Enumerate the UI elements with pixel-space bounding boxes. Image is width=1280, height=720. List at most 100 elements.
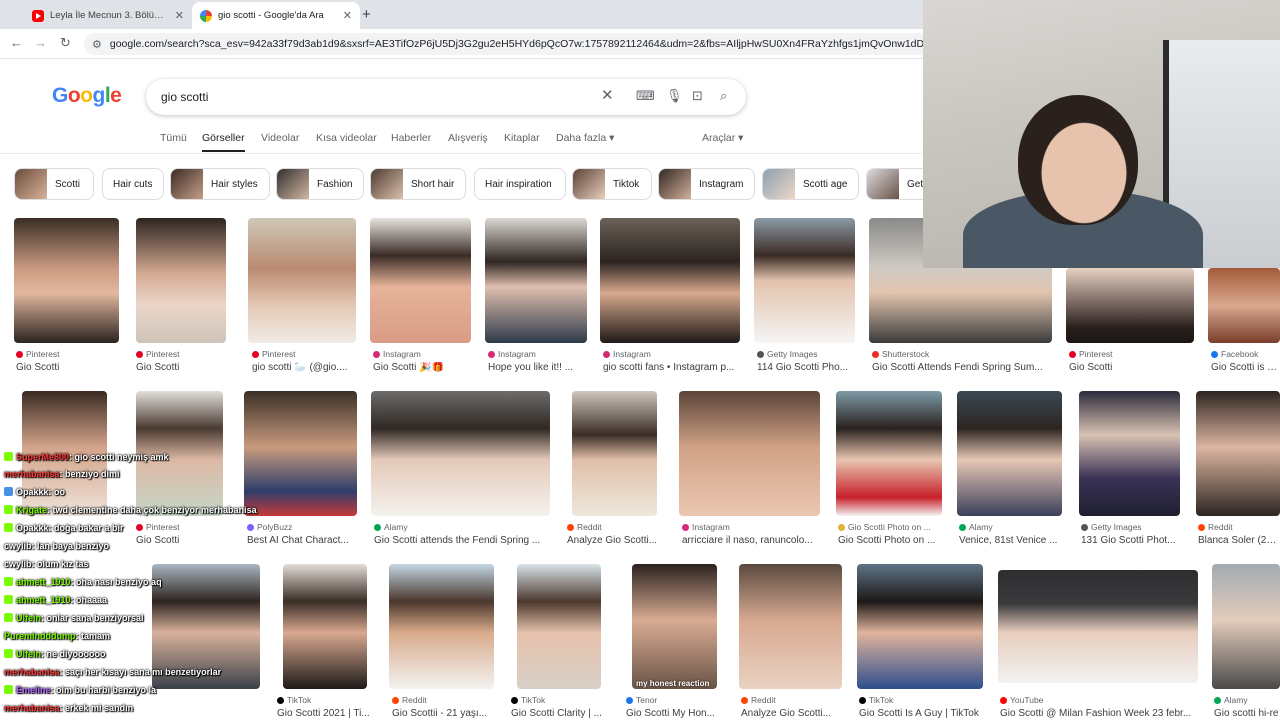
result-title[interactable]: Gio Scottii - 21 yaşı... [392, 708, 492, 719]
tab-shopping[interactable]: Alışveriş [448, 132, 488, 144]
tiktok-icon [511, 697, 518, 704]
result-title[interactable]: Hope you like it!! ... [488, 362, 592, 373]
result-title[interactable]: Gio Scotti Attends Fendi Spring Sum... [872, 362, 1054, 373]
browser-tab-google[interactable]: gio scotti - Google'da Ara ✕ [192, 2, 360, 29]
result-image[interactable] [957, 391, 1062, 516]
chip-hair-styles[interactable]: Hair styles [170, 168, 270, 200]
tools-button[interactable]: Araçlar ▾ [702, 132, 743, 144]
tab-images[interactable]: Görseller [202, 132, 245, 152]
result-title[interactable]: Gio Scotti Is A Guy | TikTok [859, 708, 989, 719]
result-title[interactable]: 131 Gio Scotti Phot... [1081, 535, 1181, 546]
google-icon [200, 9, 212, 22]
tab-more[interactable]: Daha fazla ▾ [556, 132, 614, 144]
result-title[interactable]: arricciare il naso, ranuncolo... [682, 535, 822, 546]
result-source: Shutterstock [872, 349, 929, 359]
result-source: Reddit [741, 695, 776, 705]
close-icon[interactable]: ✕ [343, 9, 352, 22]
tab-news[interactable]: Haberler [391, 132, 431, 144]
chip-scotti-age[interactable]: Scotti age [762, 168, 859, 200]
browser-tab-youtube[interactable]: Leyla İle Mecnun 3. Bölüm - Yo ✕ [24, 2, 192, 29]
result-title[interactable]: 114 Gio Scotti Pho... [757, 362, 861, 373]
result-image[interactable] [370, 218, 471, 343]
result-image[interactable] [857, 564, 983, 689]
result-title[interactable]: Gio Scotti 🎉🎁 [373, 362, 477, 373]
result-image[interactable] [1066, 268, 1194, 343]
site-settings-icon[interactable]: ⚙ [92, 38, 102, 51]
url-text: google.com/search?sca_esv=942a33f79d3ab1… [109, 38, 944, 50]
result-title[interactable]: Venice, 81st Venice ... [959, 535, 1063, 546]
result-image[interactable] [389, 564, 494, 689]
result-image[interactable] [836, 391, 942, 516]
getty-icon [757, 351, 764, 358]
result-title[interactable]: Gio Scotti [1069, 362, 1194, 373]
result-image[interactable] [14, 218, 119, 343]
chip-tiktok[interactable]: Tiktok [572, 168, 652, 200]
close-icon[interactable]: ✕ [175, 9, 184, 22]
search-input[interactable]: gio scotti [161, 90, 208, 104]
result-title[interactable]: Gio Scotti @ Milan Fashion Week 23 febr.… [1000, 708, 1200, 719]
lens-icon[interactable]: ⊡ [692, 88, 703, 104]
chip-scotti[interactable]: Scotti [14, 168, 94, 200]
result-image[interactable] [754, 218, 855, 343]
address-bar[interactable]: ⚙ google.com/search?sca_esv=942a33f79d3a… [84, 33, 944, 55]
google-logo[interactable]: Google [52, 84, 122, 108]
stream-chat-overlay: SuperMe800: gio scotti neymiş amk merhab… [0, 448, 300, 720]
chip-instagram[interactable]: Instagram [658, 168, 755, 200]
result-image[interactable] [600, 218, 740, 343]
result-title[interactable]: Analyze Gio Scotti... [567, 535, 667, 546]
reload-icon[interactable]: ↻ [60, 35, 71, 51]
microphone-icon[interactable]: 🎙 [666, 88, 683, 104]
result-title[interactable]: Gio scotti hi-re [1214, 708, 1280, 719]
search-box[interactable]: gio scotti ✕ ⌨ 🎙 ⊡ ⌕ [146, 79, 746, 115]
result-title[interactable]: gio scotti fans • Instagram p... [603, 362, 743, 373]
clear-icon[interactable]: ✕ [601, 86, 614, 104]
chip-fashion[interactable]: Fashion [276, 168, 364, 200]
result-image[interactable] [998, 570, 1198, 683]
chip-thumbnail [371, 169, 403, 199]
back-arrow-icon[interactable]: ← [10, 35, 23, 50]
result-image[interactable] [1196, 391, 1280, 516]
result-image[interactable] [679, 391, 820, 516]
result-source: Reddit [392, 695, 427, 705]
result-title[interactable]: Gio Scotti My Hon... [626, 708, 726, 719]
result-image[interactable] [485, 218, 587, 343]
result-title[interactable]: gio scotti 🦢 (@gio.... [252, 362, 356, 373]
divider [0, 153, 923, 154]
chip-hair-cuts[interactable]: Hair cuts [102, 168, 164, 200]
chat-badge-icon [4, 487, 13, 496]
new-tab-icon[interactable]: + [362, 6, 371, 23]
result-title[interactable]: Analyze Gio Scotti... [741, 708, 845, 719]
result-image[interactable] [632, 564, 717, 689]
result-image[interactable] [517, 564, 601, 689]
search-icon[interactable]: ⌕ [720, 88, 727, 104]
result-image[interactable] [1212, 564, 1280, 689]
chip-hair-inspiration[interactable]: Hair inspiration [474, 168, 566, 200]
result-title[interactable]: Gio Scotti [16, 362, 120, 373]
reddit-icon [392, 697, 399, 704]
result-source: Instagram [488, 349, 536, 359]
result-image[interactable] [1208, 268, 1280, 343]
result-source: Tenor [626, 695, 657, 705]
result-title[interactable]: Gio Scotti Clarity | ... [511, 708, 611, 719]
chip-short-hair[interactable]: Short hair [370, 168, 466, 200]
keyboard-icon[interactable]: ⌨ [636, 88, 655, 104]
tab-videos[interactable]: Videolar [261, 132, 299, 144]
result-title[interactable]: Blanca Soler (22/e [1198, 535, 1280, 546]
result-image[interactable] [248, 218, 356, 343]
result-title[interactable]: Gio Scotti attends the Fendi Spring ... [374, 535, 554, 546]
result-image[interactable] [371, 391, 550, 516]
result-image[interactable] [572, 391, 657, 516]
result-image[interactable] [1079, 391, 1180, 516]
tab-label: gio scotti - Google'da Ara [218, 10, 324, 21]
result-image[interactable] [739, 564, 842, 689]
result-title[interactable]: Gio Scotti [136, 362, 236, 373]
tab-all[interactable]: Tümü [160, 132, 187, 144]
result-image[interactable] [136, 218, 226, 343]
tab-books[interactable]: Kitaplar [504, 132, 540, 144]
tab-short-videos[interactable]: Kısa videolar [316, 132, 377, 144]
screen: Leyla İle Mecnun 3. Bölüm - Yo ✕ gio sco… [0, 0, 1280, 720]
result-title[interactable]: Gio Scotti Photo on ... [838, 535, 943, 546]
forward-arrow-icon[interactable]: → [34, 35, 47, 50]
result-title[interactable]: Gio Scotti is a w [1211, 362, 1280, 373]
chip-thumbnail [573, 169, 605, 199]
